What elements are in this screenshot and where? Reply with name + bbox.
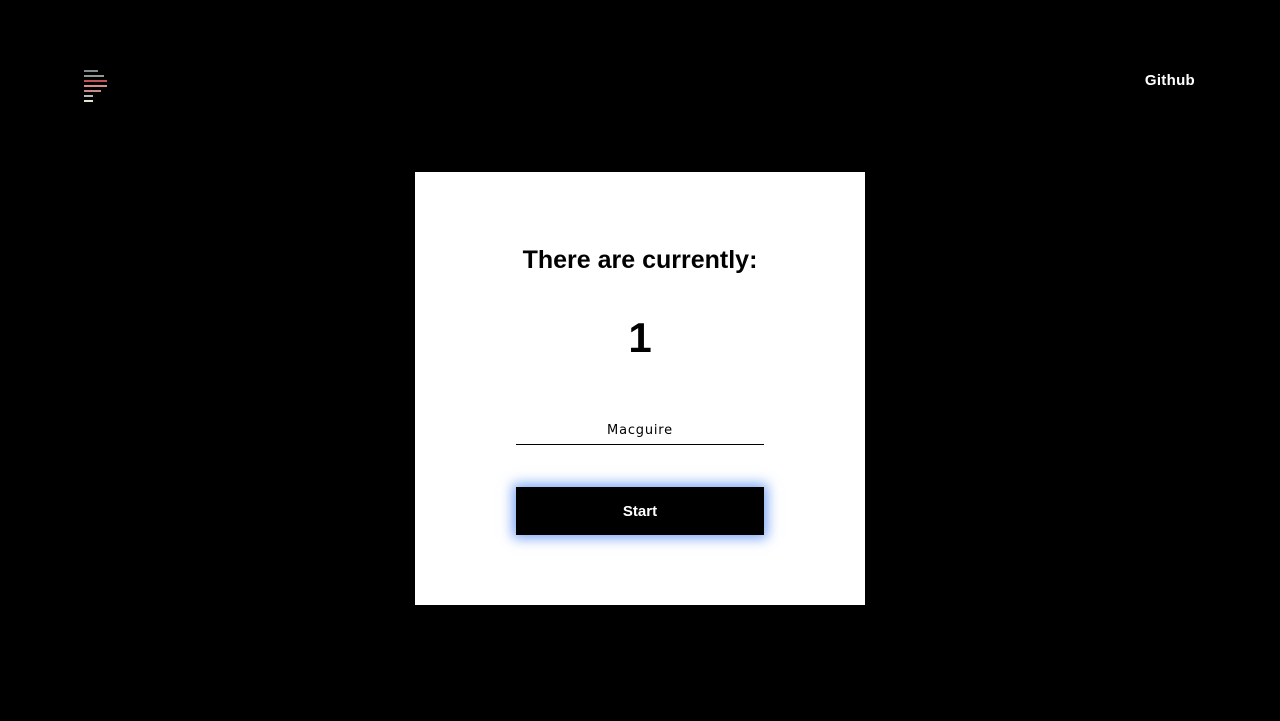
github-link[interactable]: Github: [1145, 72, 1195, 89]
logo-bar: [84, 90, 101, 92]
start-button[interactable]: Start: [516, 487, 764, 535]
stacked-bars-logo-icon[interactable]: [84, 70, 108, 102]
logo-bar: [84, 70, 98, 72]
logo-bar: [84, 85, 107, 87]
name-input[interactable]: [516, 416, 764, 445]
card-heading: There are currently:: [522, 246, 758, 274]
logo-bar: [84, 100, 93, 102]
user-count: 1: [628, 314, 652, 361]
logo-bar: [84, 75, 104, 77]
logo-bar: [84, 80, 107, 82]
logo-bar: [84, 95, 93, 97]
room-card: There are currently: 1 Start: [415, 172, 865, 605]
page: Github There are currently: 1 Start: [0, 0, 1280, 721]
